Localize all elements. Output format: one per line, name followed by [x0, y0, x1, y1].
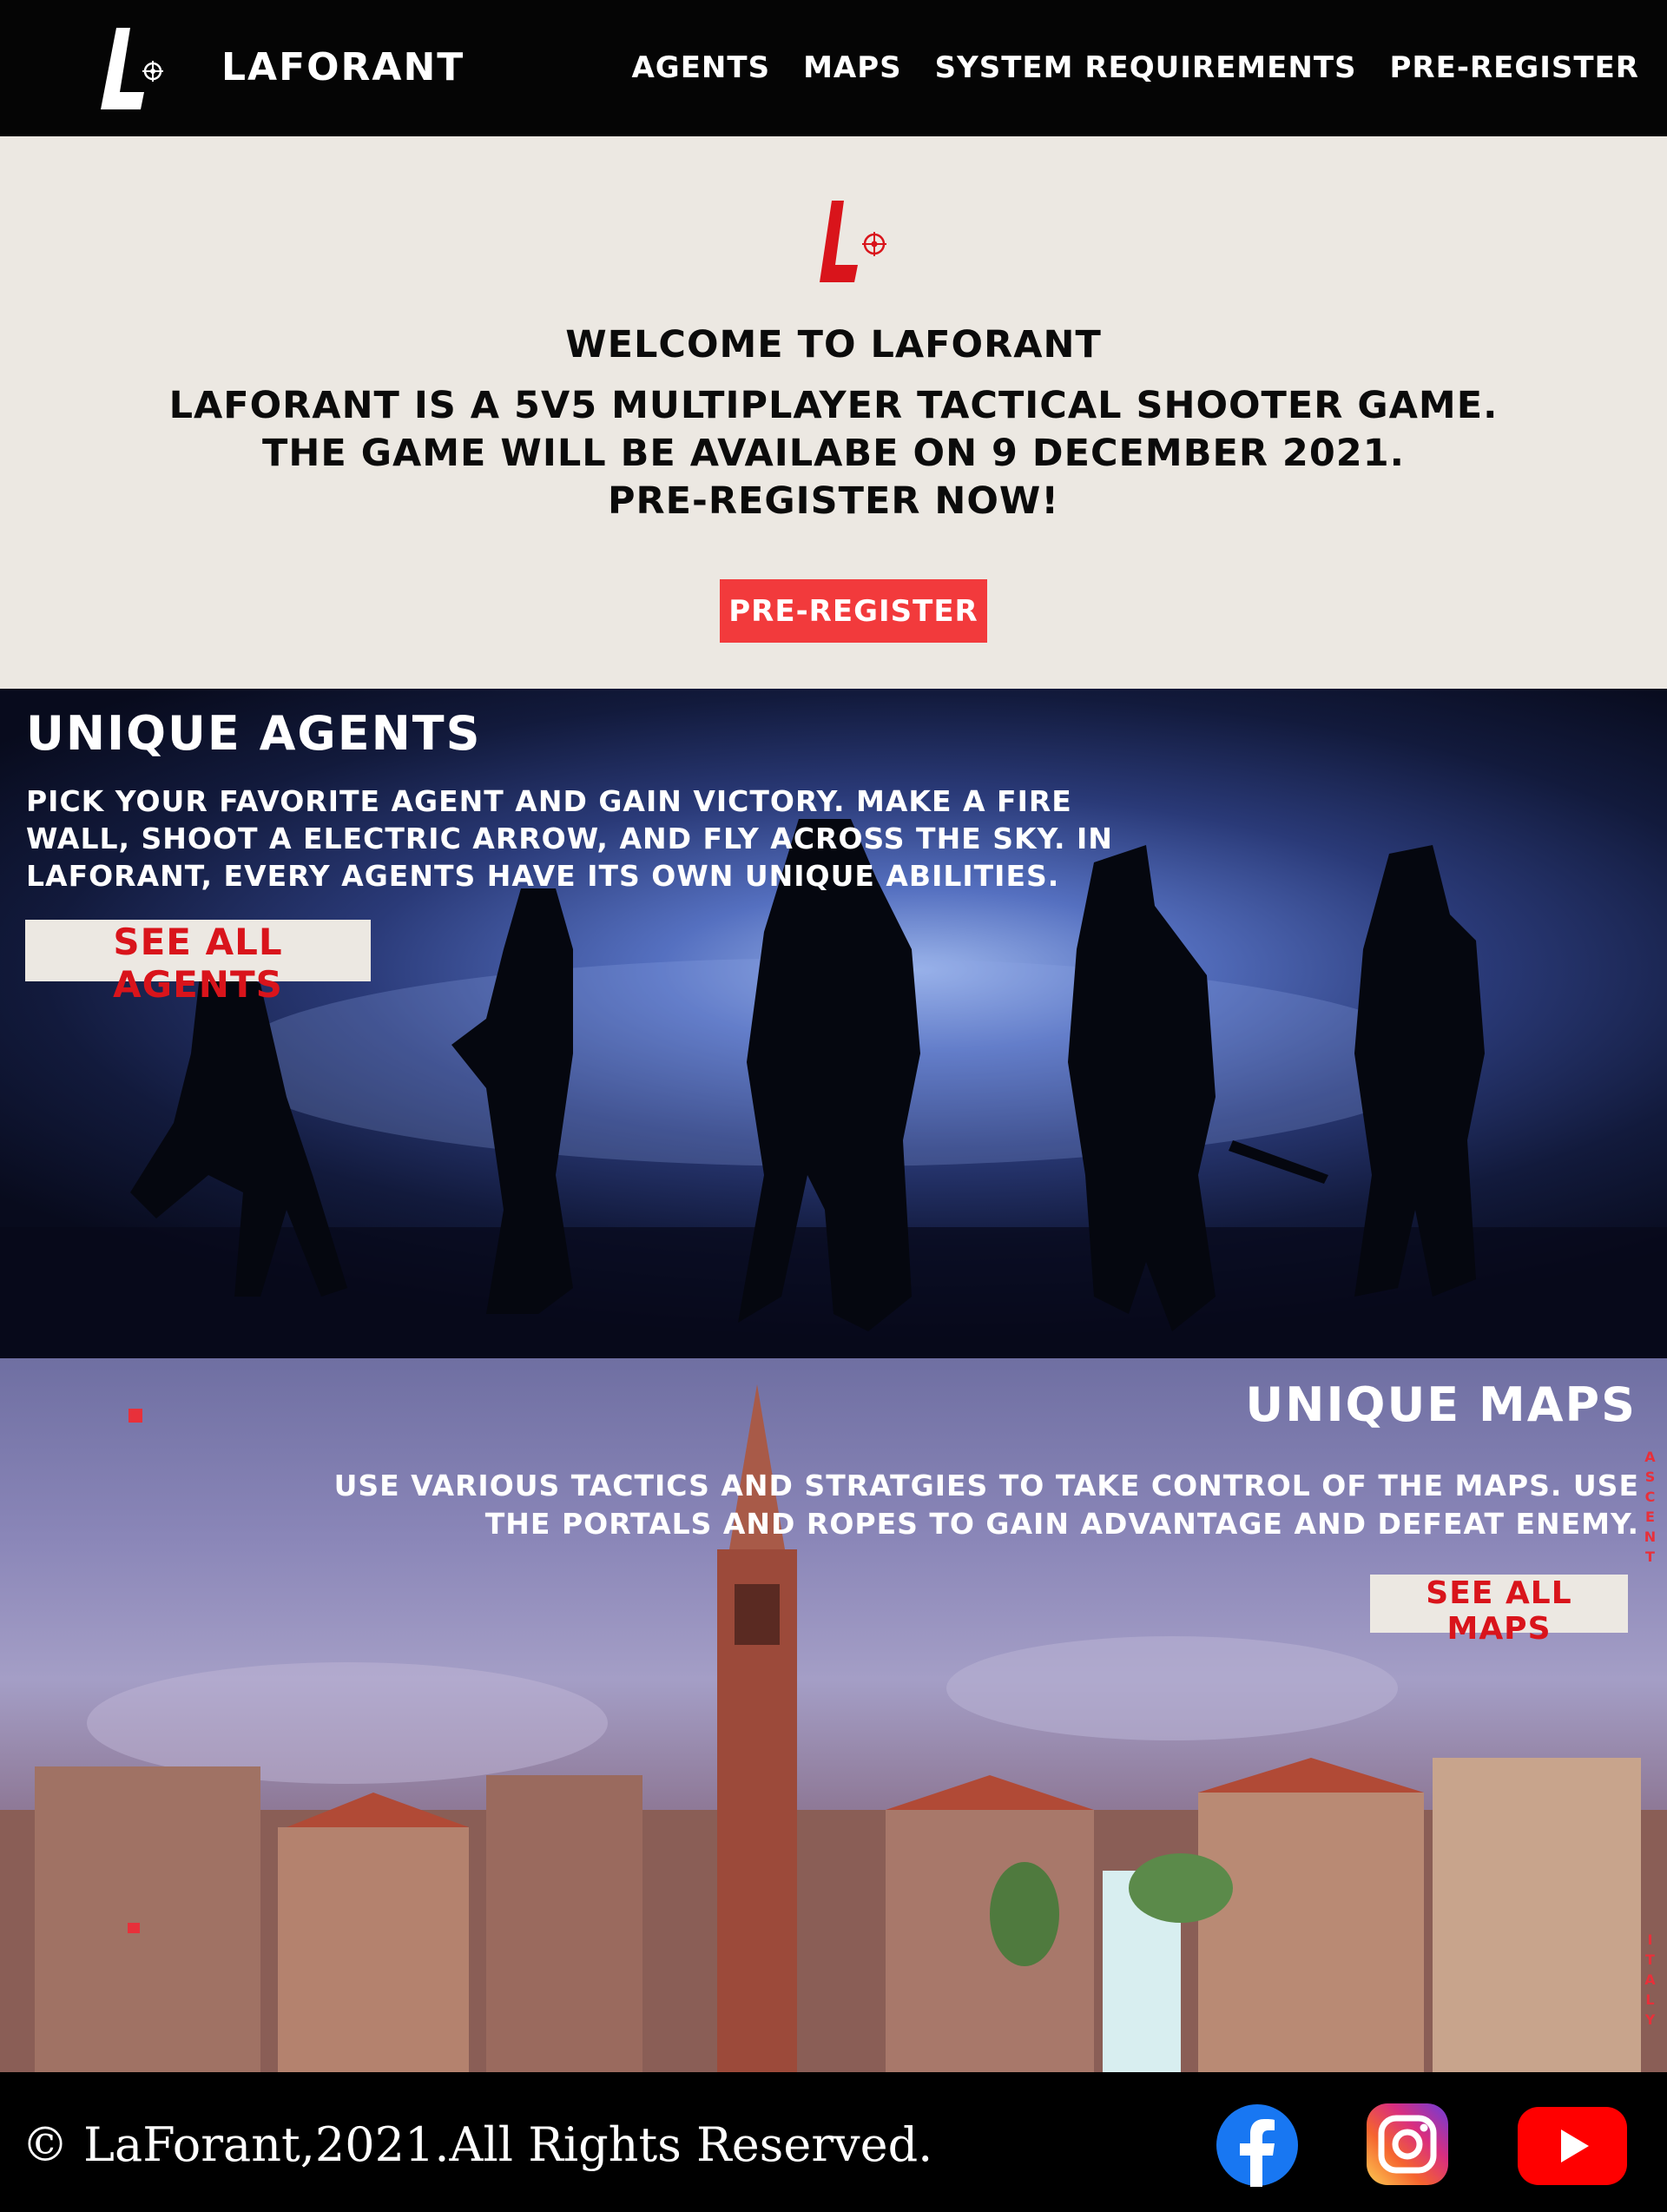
maps-description: USE VARIOUS TACTICS AND STRATGIES TO TAK…: [333, 1469, 1639, 1541]
see-all-agents-button[interactable]: SEE ALL AGENTS: [25, 920, 371, 1006]
instagram-icon[interactable]: [1367, 2103, 1448, 2185]
agents-section: UNIQUE AGENTS PICK YOUR FAVORITE AGENT A…: [0, 689, 1667, 1358]
copyright-text: © LaForant,2021.All Rights Reserved.: [22, 2117, 933, 2172]
youtube-icon[interactable]: [1518, 2107, 1627, 2185]
hero-section: WELCOME TO LAFORANT LAFORANT IS A 5V5 MU…: [0, 136, 1667, 689]
hero-description-line: PRE-REGISTER NOW!: [608, 479, 1059, 523]
maps-section: UNIQUE MAPS USE VARIOUS TACTICS AND STRA…: [0, 1358, 1667, 2072]
brand-name[interactable]: LAFORANT: [221, 45, 465, 89]
map-location-text: ITALY: [1642, 1931, 1658, 2031]
hero-description-line: THE GAME WILL BE AVAILABE ON 9 DECEMBER …: [262, 432, 1405, 475]
site-footer: © LaForant,2021.All Rights Reserved.: [0, 2072, 1667, 2212]
site-header: LAFORANT AGENTS MAPS SYSTEM REQUIREMENTS…: [0, 0, 1667, 136]
nav-system-requirements[interactable]: SYSTEM REQUIREMENTS: [935, 50, 1357, 85]
see-all-maps-button[interactable]: SEE ALL MAPS: [1370, 1575, 1628, 1647]
laforant-logo-red-icon: [820, 201, 886, 282]
main-nav: AGENTS MAPS SYSTEM REQUIREMENTS PRE-REGI…: [631, 50, 1639, 85]
maps-city-image: [0, 1384, 1667, 2072]
facebook-icon[interactable]: [1216, 2103, 1299, 2187]
maps-title: UNIQUE MAPS: [1245, 1377, 1637, 1432]
agents-description: PICK YOUR FAVORITE AGENT AND GAIN VICTOR…: [26, 784, 1113, 893]
laforant-logo-icon[interactable]: [97, 26, 167, 111]
map-name-vertical: ASCENT: [1639, 1449, 1658, 1575]
map-location-vertical: ITALY: [1639, 1931, 1658, 2037]
hero-welcome-heading: WELCOME TO LAFORANT: [565, 323, 1102, 366]
pre-register-button[interactable]: PRE-REGISTER: [720, 579, 987, 643]
hero-description-line: LAFORANT IS A 5V5 MULTIPLAYER TACTICAL S…: [168, 384, 1499, 427]
nav-agents[interactable]: AGENTS: [631, 50, 770, 85]
agents-title: UNIQUE AGENTS: [26, 706, 482, 761]
nav-maps[interactable]: MAPS: [803, 50, 902, 85]
nav-pre-register[interactable]: PRE-REGISTER: [1390, 50, 1640, 85]
map-name-text: ASCENT: [1642, 1449, 1658, 1568]
